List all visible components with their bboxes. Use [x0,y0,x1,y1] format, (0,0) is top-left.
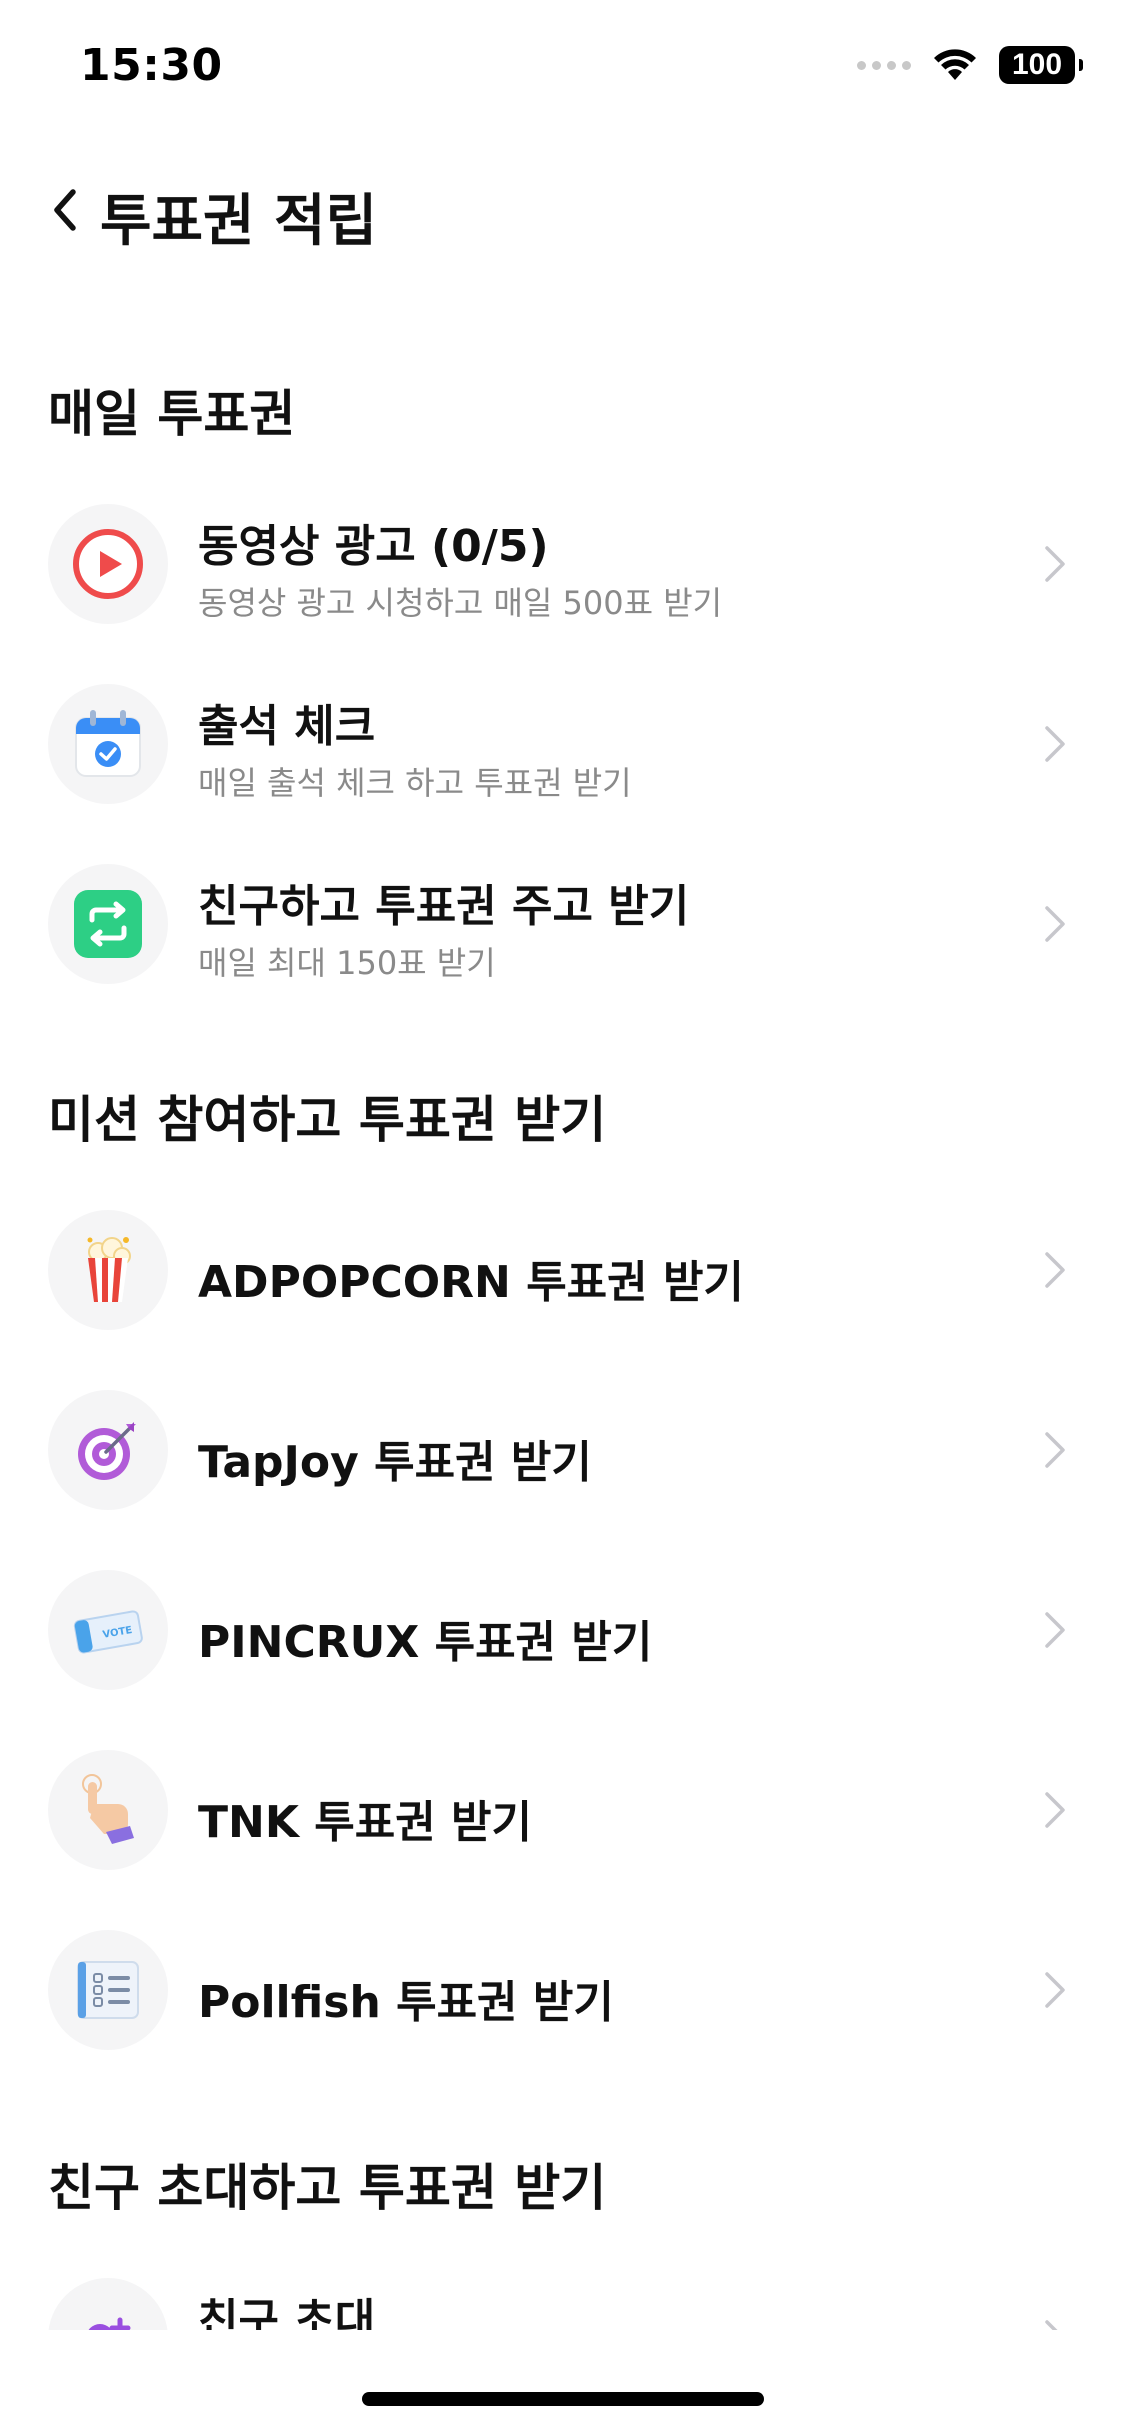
item-title: PINCRUX 투표권 받기 [198,1617,653,1668]
tap-hand-icon [48,1750,168,1870]
item-title: 친구하고 투표권 주고 받기 [198,881,690,932]
item-subtitle: 매일 최대 150표 받기 [198,944,496,982]
chevron-left-icon [54,189,76,231]
section-title-daily: 매일 투표권 [48,385,296,443]
item-subtitle: 동영상 광고 시청하고 매일 500표 받기 [198,584,723,622]
list-item-pollfish[interactable]: Pollfish 투표권 받기 [0,1920,1125,2060]
item-subtitle: 매일 출석 체크 하고 투표권 받기 [198,764,632,802]
wifi-icon [934,49,976,80]
list-item-pincrux[interactable]: VOTE PINCRUX 투표권 받기 [0,1560,1125,1700]
chevron-right-icon [1045,1792,1065,1828]
item-title: ADPOPCORN 투표권 받기 [198,1257,744,1308]
section-title-invite: 친구 초대하고 투표권 받기 [48,2159,607,2217]
item-title: TNK 투표권 받기 [198,1797,532,1848]
chevron-right-icon [1045,726,1065,762]
chevron-right-icon [1045,1432,1065,1468]
bottom-safe-area [0,2330,1125,2436]
exchange-arrows-icon [48,864,168,984]
battery-icon: 100 [999,46,1083,84]
list-item-adpopcorn[interactable]: ADPOPCORN 투표권 받기 [0,1200,1125,1340]
cellular-signal-icon [857,60,911,70]
survey-list-icon [48,1930,168,2050]
list-item-attendance[interactable]: 출석 체크 매일 출석 체크 하고 투표권 받기 [0,674,1125,814]
home-indicator[interactable] [362,2392,764,2406]
vote-ticket-icon: VOTE [48,1570,168,1690]
popcorn-icon [48,1210,168,1330]
status-time: 15:30 [80,40,223,91]
item-title: 동영상 광고 (0/5) [198,521,549,572]
item-title: 출석 체크 [198,701,376,752]
list-item-tnk[interactable]: TNK 투표권 받기 [0,1740,1125,1880]
calendar-check-icon [48,684,168,804]
page-title: 투표권 적립 [100,189,378,254]
target-dart-icon [48,1390,168,1510]
list-item-video-ad[interactable]: 동영상 광고 (0/5) 동영상 광고 시청하고 매일 500표 받기 [0,494,1125,634]
item-title: Pollfish 투표권 받기 [198,1977,614,2028]
chevron-right-icon [1045,1612,1065,1648]
chevron-right-icon [1045,906,1065,942]
item-title: TapJoy 투표권 받기 [198,1437,592,1488]
status-bar: 15:30 100 [0,0,1125,140]
status-indicators: 100 [857,46,1083,84]
chevron-right-icon [1045,546,1065,582]
chevron-right-icon [1045,1252,1065,1288]
list-item-tapjoy[interactable]: TapJoy 투표권 받기 [0,1380,1125,1520]
chevron-right-icon [1045,1972,1065,2008]
nav-header: 투표권 적립 [0,160,1125,260]
list-item-friend-exchange[interactable]: 친구하고 투표권 주고 받기 매일 최대 150표 받기 [0,854,1125,994]
section-title-mission: 미션 참여하고 투표권 받기 [48,1091,607,1149]
back-button[interactable] [40,180,90,240]
play-video-icon [48,504,168,624]
